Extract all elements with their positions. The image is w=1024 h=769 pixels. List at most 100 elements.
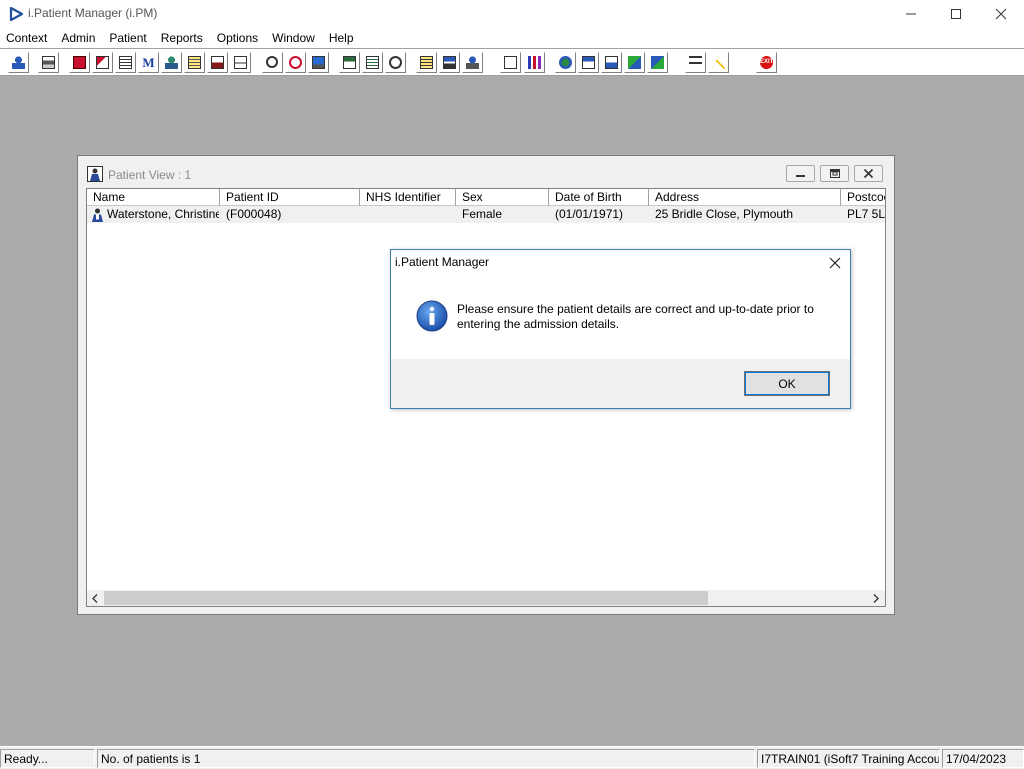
minimize-button[interactable] xyxy=(888,0,934,28)
arrow-down-button[interactable] xyxy=(601,52,622,73)
minimize-icon xyxy=(906,13,916,15)
note-icon xyxy=(420,56,433,69)
cell-nhs-identifier xyxy=(366,206,454,223)
menu-options[interactable]: Options xyxy=(210,28,265,48)
patient-view-restore-button[interactable] xyxy=(820,165,849,182)
monitor-button[interactable] xyxy=(308,52,329,73)
dialog-message: Please ensure the patient details are co… xyxy=(457,302,814,331)
transfer-button[interactable] xyxy=(439,52,460,73)
column-header-sex[interactable]: Sex xyxy=(456,189,549,206)
scrollbar-thumb[interactable] xyxy=(104,591,708,605)
menu-admin[interactable]: Admin xyxy=(54,28,102,48)
dial-icon xyxy=(389,56,402,69)
house-button[interactable] xyxy=(92,52,113,73)
print-icon xyxy=(42,56,55,69)
green-arrow-button[interactable] xyxy=(624,52,645,73)
menu-window[interactable]: Window xyxy=(265,28,322,48)
close-icon xyxy=(995,8,1007,20)
doctor-button[interactable] xyxy=(161,52,182,73)
page-icon xyxy=(504,56,517,69)
column-header-address[interactable]: Address xyxy=(649,189,841,206)
warning-button[interactable] xyxy=(708,52,729,73)
dialog-footer: OK xyxy=(391,359,850,408)
note-button[interactable] xyxy=(416,52,437,73)
cell-patient-id: (F000048) xyxy=(226,207,282,221)
scroll-right-icon[interactable] xyxy=(872,594,880,603)
ok-button[interactable]: OK xyxy=(744,371,830,396)
menu-bar: Context Admin Patient Reports Options Wi… xyxy=(0,28,1024,48)
document-button[interactable] xyxy=(115,52,136,73)
globe-icon xyxy=(559,56,572,69)
exit-icon: EXIT xyxy=(760,56,773,69)
transfer-icon xyxy=(443,56,456,69)
bar-chart-button[interactable] xyxy=(524,52,545,73)
green-arrow-icon xyxy=(628,56,641,69)
swap-button[interactable] xyxy=(685,52,706,73)
check-button[interactable] xyxy=(578,52,599,73)
column-header-date-of-birth[interactable]: Date of Birth xyxy=(549,189,649,206)
menu-help[interactable]: Help xyxy=(322,28,361,48)
status-date: 17/04/2023 xyxy=(942,749,1024,768)
clock-button[interactable] xyxy=(285,52,306,73)
minimize-icon xyxy=(796,175,805,177)
bed-icon xyxy=(234,56,247,69)
column-header-postcode[interactable]: Postcoc xyxy=(841,189,885,206)
cell-date-of-birth: (01/01/1971) xyxy=(555,207,624,221)
maximize-button[interactable] xyxy=(933,0,979,28)
column-header-patient-id[interactable]: Patient ID xyxy=(220,189,360,206)
menu-context[interactable]: Context xyxy=(0,28,54,48)
book-icon xyxy=(73,56,86,69)
notes-icon xyxy=(188,56,201,69)
ward-button[interactable] xyxy=(207,52,228,73)
close-icon xyxy=(829,257,841,269)
bed-button[interactable] xyxy=(230,52,251,73)
menu-patient[interactable]: Patient xyxy=(102,28,153,48)
exit-button[interactable]: EXIT xyxy=(756,52,777,73)
patient-search-button[interactable] xyxy=(8,52,29,73)
magnifier-button[interactable] xyxy=(262,52,283,73)
patient-view-close-button[interactable] xyxy=(854,165,883,182)
status-text: Ready... xyxy=(0,749,95,768)
dialog-title: i.Patient Manager xyxy=(395,255,490,269)
book-button[interactable] xyxy=(69,52,90,73)
maximize-icon xyxy=(951,9,961,19)
ambulance-icon xyxy=(466,56,479,69)
dialog-close-button[interactable] xyxy=(824,254,846,272)
green-check-icon xyxy=(651,56,664,69)
table-row[interactable]: Waterstone, Christine... (F000048) Femal… xyxy=(87,206,885,223)
column-header-nhs-identifier[interactable]: NHS Identifier xyxy=(360,189,456,206)
form-icon xyxy=(343,56,356,69)
patient-view-icon xyxy=(87,166,103,182)
cell-sex: Female xyxy=(462,207,503,221)
letter-m-button[interactable]: M xyxy=(138,52,159,73)
doctor-icon xyxy=(165,56,178,69)
information-icon xyxy=(416,300,448,332)
account-info: I7TRAIN01 (iSoft7 Training Account) xyxy=(757,749,940,768)
ambulance-button[interactable] xyxy=(462,52,483,73)
notes-button[interactable] xyxy=(184,52,205,73)
swap-icon xyxy=(689,56,702,69)
cell-postcode: PL7 5LF xyxy=(847,207,885,221)
report-icon xyxy=(366,56,379,69)
warning-icon xyxy=(712,56,725,69)
message-dialog: i.Patient Manager Please ensure the pati… xyxy=(390,249,851,409)
document-icon xyxy=(119,56,132,69)
horizontal-scrollbar[interactable] xyxy=(87,590,885,606)
page-button[interactable] xyxy=(500,52,521,73)
patient-view-minimize-button[interactable] xyxy=(786,165,815,182)
form-button[interactable] xyxy=(339,52,360,73)
scroll-left-icon[interactable] xyxy=(91,594,99,603)
column-header-name[interactable]: Name xyxy=(87,189,220,206)
restore-icon xyxy=(830,169,840,178)
cell-address: 25 Bridle Close, Plymouth xyxy=(655,207,794,221)
green-check-button[interactable] xyxy=(647,52,668,73)
globe-button[interactable] xyxy=(555,52,576,73)
print-button[interactable] xyxy=(38,52,59,73)
dial-button[interactable] xyxy=(385,52,406,73)
toolbar: M EXIT xyxy=(0,48,1024,76)
patient-view-title: Patient View : 1 xyxy=(108,168,192,182)
status-bar: Ready... No. of patients is 1 I7TRAIN01 … xyxy=(0,746,1024,769)
report-button[interactable] xyxy=(362,52,383,73)
close-button[interactable] xyxy=(978,0,1024,28)
menu-reports[interactable]: Reports xyxy=(154,28,210,48)
